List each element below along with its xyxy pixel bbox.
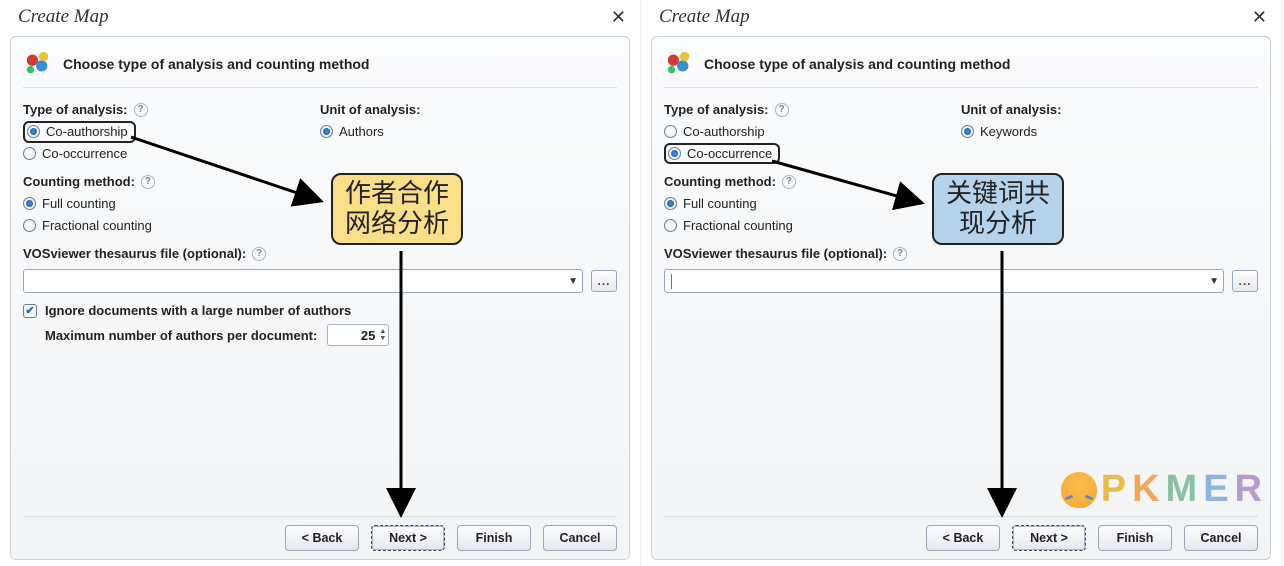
close-icon[interactable]: ✕	[1252, 7, 1267, 28]
finish-button[interactable]: Finish	[1098, 525, 1172, 551]
wizard-icon	[23, 49, 53, 79]
radio-full-counting[interactable]: Full counting	[664, 193, 961, 215]
radio-co-authorship[interactable]: Co-authorship	[23, 121, 136, 143]
counting-method-label: Counting method:	[664, 174, 776, 189]
back-button[interactable]: < Back	[926, 525, 1000, 551]
thesaurus-combobox[interactable]: ▼	[664, 269, 1224, 293]
dialog-right: Create Map ✕ Choose type of analysis and…	[641, 0, 1282, 566]
radio-fractional-counting[interactable]: Fractional counting	[23, 215, 320, 237]
wizard-header: Choose type of analysis and counting met…	[23, 45, 617, 88]
ignore-docs-checkbox[interactable]: ✔	[23, 304, 37, 318]
type-of-analysis-label: Type of analysis:	[23, 102, 128, 117]
counting-method-label: Counting method:	[23, 174, 135, 189]
next-button[interactable]: Next >	[1012, 525, 1086, 551]
wizard-icon	[664, 49, 694, 79]
radio-co-authorship[interactable]: Co-authorship	[664, 121, 961, 143]
help-icon[interactable]: ?	[134, 103, 148, 117]
chevron-down-icon: ▼	[1209, 276, 1219, 287]
max-authors-label: Maximum number of authors per document:	[45, 328, 317, 343]
window-title: Create Map	[18, 6, 109, 28]
help-icon[interactable]: ?	[252, 247, 266, 261]
close-icon[interactable]: ✕	[611, 7, 626, 28]
chevron-down-icon: ▼	[568, 276, 578, 287]
titlebar: Create Map ✕	[641, 0, 1281, 32]
watermark-logo-icon	[1061, 472, 1097, 508]
annotation-right: 关键词共 现分析	[932, 173, 1064, 245]
help-icon[interactable]: ?	[893, 247, 907, 261]
watermark: PKMER	[1061, 468, 1264, 511]
back-button[interactable]: < Back	[285, 525, 359, 551]
dialog-body: Choose type of analysis and counting met…	[651, 36, 1271, 560]
type-of-analysis-label: Type of analysis:	[664, 102, 769, 117]
wizard-footer: < Back Next > Finish Cancel	[23, 516, 617, 551]
radio-co-occurrence[interactable]: Co-occurrence	[664, 143, 780, 165]
cancel-button[interactable]: Cancel	[543, 525, 617, 551]
finish-button[interactable]: Finish	[457, 525, 531, 551]
radio-authors[interactable]: Authors	[320, 121, 617, 143]
radio-fractional-counting[interactable]: Fractional counting	[664, 215, 961, 237]
radio-co-occurrence[interactable]: Co-occurrence	[23, 143, 320, 165]
browse-button[interactable]: ...	[1232, 270, 1258, 292]
unit-of-analysis-label: Unit of analysis:	[320, 102, 420, 117]
thesaurus-label: VOSviewer thesaurus file (optional):	[23, 246, 246, 261]
help-icon[interactable]: ?	[782, 175, 796, 189]
wizard-header: Choose type of analysis and counting met…	[664, 45, 1258, 88]
max-authors-spinner[interactable]: 25 ▲▼	[327, 324, 389, 346]
caret-icon	[671, 274, 1209, 289]
dialog-left: Create Map ✕ Choose type of analysis and…	[0, 0, 641, 566]
dialog-body: Choose type of analysis and counting met…	[10, 36, 630, 560]
ignore-docs-label: Ignore documents with a large number of …	[45, 303, 351, 318]
unit-of-analysis-label: Unit of analysis:	[961, 102, 1061, 117]
thesaurus-combobox[interactable]: ▼	[23, 269, 583, 293]
help-icon[interactable]: ?	[141, 175, 155, 189]
titlebar: Create Map ✕	[0, 0, 640, 32]
help-icon[interactable]: ?	[775, 103, 789, 117]
wizard-heading: Choose type of analysis and counting met…	[63, 56, 369, 72]
next-button[interactable]: Next >	[371, 525, 445, 551]
radio-keywords[interactable]: Keywords	[961, 121, 1258, 143]
wizard-footer: < Back Next > Finish Cancel	[664, 516, 1258, 551]
annotation-left: 作者合作 网络分析	[331, 173, 463, 245]
thesaurus-label: VOSviewer thesaurus file (optional):	[664, 246, 887, 261]
wizard-heading: Choose type of analysis and counting met…	[704, 56, 1010, 72]
cancel-button[interactable]: Cancel	[1184, 525, 1258, 551]
radio-full-counting[interactable]: Full counting	[23, 193, 320, 215]
browse-button[interactable]: ...	[591, 270, 617, 292]
window-title: Create Map	[659, 6, 750, 28]
